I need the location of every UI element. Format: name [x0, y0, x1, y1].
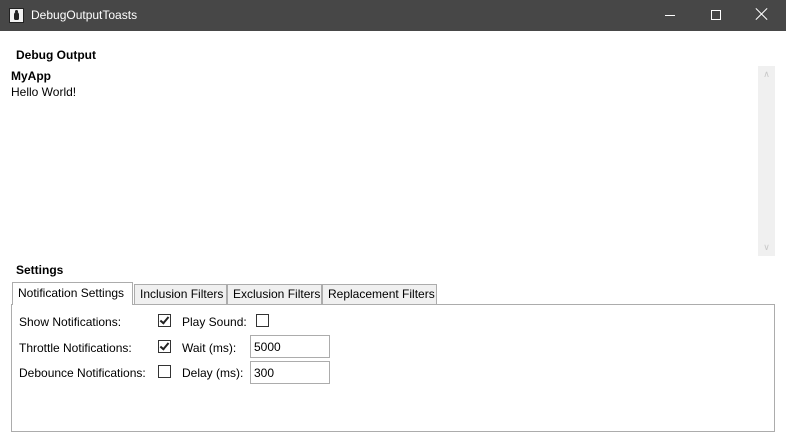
delay-ms-label: Delay (ms): — [182, 366, 244, 380]
play-sound-label: Play Sound: — [182, 315, 247, 329]
tab-notification-settings[interactable]: Notification Settings — [12, 282, 133, 305]
close-icon — [755, 7, 769, 21]
notification-settings-panel: Show Notifications: Play Sound: Throttle… — [11, 304, 775, 432]
scroll-up-icon[interactable]: ∧ — [762, 70, 771, 79]
minimize-button[interactable] — [647, 0, 693, 31]
throttle-notifications-checkbox[interactable] — [158, 340, 171, 353]
scroll-down-icon[interactable]: ∨ — [762, 243, 771, 252]
debounce-notifications-checkbox[interactable] — [158, 365, 171, 378]
wait-ms-label: Wait (ms): — [182, 341, 237, 355]
settings-heading: Settings — [16, 263, 64, 277]
output-entry-app: MyApp — [11, 69, 51, 83]
maximize-button[interactable] — [693, 0, 739, 31]
debug-output-heading: Debug Output — [16, 48, 96, 62]
wait-ms-input[interactable] — [250, 335, 330, 358]
maximize-icon — [711, 10, 721, 20]
window-title: DebugOutputToasts — [31, 8, 138, 22]
throttle-notifications-label: Throttle Notifications: — [19, 341, 132, 355]
tab-inclusion-filters[interactable]: Inclusion Filters — [134, 284, 227, 305]
output-scrollbar[interactable]: ∧ ∨ — [758, 66, 775, 256]
title-bar: DebugOutputToasts — [0, 0, 786, 31]
debounce-notifications-label: Debounce Notifications: — [19, 366, 146, 380]
minimize-icon — [665, 15, 675, 16]
checkmark-icon — [159, 314, 170, 325]
show-notifications-label: Show Notifications: — [19, 315, 122, 329]
tab-exclusion-filters[interactable]: Exclusion Filters — [227, 284, 322, 305]
close-button[interactable] — [739, 0, 785, 31]
debug-output-list[interactable]: MyApp Hello World! — [0, 66, 776, 256]
play-sound-checkbox[interactable] — [256, 314, 269, 327]
delay-ms-input[interactable] — [250, 361, 330, 384]
checkmark-icon — [159, 340, 170, 351]
bug-icon — [9, 8, 24, 23]
output-entry-message: Hello World! — [11, 85, 77, 99]
show-notifications-checkbox[interactable] — [158, 314, 171, 327]
tab-replacement-filters[interactable]: Replacement Filters — [322, 284, 437, 305]
